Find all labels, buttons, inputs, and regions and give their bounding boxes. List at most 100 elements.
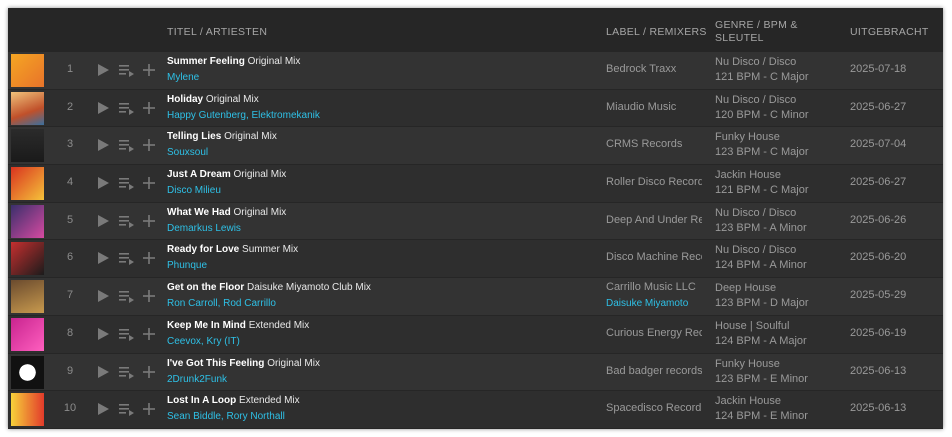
table-row[interactable]: 6 Ready for Love Summer Mix Phunque Disco M… <box>8 240 943 279</box>
add-to-playlist-icon[interactable] <box>141 288 157 304</box>
track-artists[interactable]: 2Drunk2Funk <box>167 374 227 385</box>
table-row[interactable]: 10 Lost In A Loop Extended Mix Sean Biddle… <box>8 391 943 429</box>
track-title[interactable]: Lost In A Loop <box>167 395 236 406</box>
track-title-line[interactable]: I've Got This Feeling Original Mix <box>167 358 320 369</box>
album-artwork[interactable] <box>11 242 44 276</box>
track-artists[interactable]: Ceevox, Kry (IT) <box>167 336 240 347</box>
add-to-queue-icon[interactable] <box>118 175 134 191</box>
column-header-title-artists[interactable]: TITEL / ARTIESTEN <box>167 26 267 39</box>
track-artists[interactable]: Mylene <box>167 72 199 83</box>
add-to-playlist-icon[interactable] <box>141 175 157 191</box>
table-row[interactable]: 3 Telling Lies Original Mix Souxsoul CRMS R… <box>8 127 943 166</box>
track-title-line[interactable]: Telling Lies Original Mix <box>167 131 277 142</box>
track-title-line[interactable]: Holiday Original Mix <box>167 94 259 105</box>
play-icon[interactable] <box>95 175 111 191</box>
track-label[interactable]: Deep And Under Re <box>606 214 702 226</box>
track-title[interactable]: What We Had <box>167 207 231 218</box>
table-row[interactable]: 5 What We Had Original Mix Demarkus Lewis D… <box>8 202 943 241</box>
play-icon[interactable] <box>95 401 111 417</box>
album-artwork[interactable] <box>11 91 44 125</box>
track-title-line[interactable]: Keep Me In Mind Extended Mix <box>167 320 309 331</box>
track-artists[interactable]: Ron Carroll, Rod Carrillo <box>167 298 276 309</box>
track-title-line[interactable]: Get on the Floor Daisuke Miyamoto Club M… <box>167 282 371 293</box>
track-title[interactable]: Just A Dream <box>167 169 231 180</box>
table-row[interactable]: 4 Just A Dream Original Mix Disco Milieu Ro… <box>8 165 943 203</box>
track-label[interactable]: Spacedisco Record <box>606 402 702 414</box>
column-header-genre-bpm-key[interactable]: GENRE / BPM & SLEUTEL <box>715 19 815 45</box>
album-artwork[interactable] <box>11 54 44 87</box>
track-title[interactable]: Telling Lies <box>167 131 221 142</box>
track-title[interactable]: I've Got This Feeling <box>167 358 264 369</box>
play-icon[interactable] <box>95 100 111 116</box>
play-icon[interactable] <box>95 250 111 266</box>
table-row[interactable]: 8 Keep Me In Mind Extended Mix Ceevox, Kry… <box>8 315 943 354</box>
track-title-line[interactable]: Just A Dream Original Mix <box>167 169 286 180</box>
add-to-queue-icon[interactable] <box>118 364 134 380</box>
track-title-line[interactable]: Summer Feeling Original Mix <box>167 56 300 67</box>
play-icon[interactable] <box>95 62 111 78</box>
album-artwork[interactable] <box>11 204 44 238</box>
track-title-line[interactable]: Lost In A Loop Extended Mix <box>167 395 300 406</box>
add-to-playlist-icon[interactable] <box>141 364 157 380</box>
track-title-line[interactable]: Ready for Love Summer Mix <box>167 244 298 255</box>
album-artwork[interactable] <box>11 355 44 389</box>
track-label[interactable]: Curious Energy Rec <box>606 327 702 339</box>
track-artists[interactable]: Souxsoul <box>167 147 208 158</box>
add-to-queue-icon[interactable] <box>118 326 134 342</box>
track-genre[interactable]: Nu Disco / Disco <box>715 56 796 68</box>
track-title[interactable]: Keep Me In Mind <box>167 320 246 331</box>
track-title[interactable]: Holiday <box>167 94 203 105</box>
column-header-released[interactable]: UITGEBRACHT <box>850 26 929 39</box>
track-genre[interactable]: Jackin House <box>715 395 781 407</box>
track-label[interactable]: Disco Machine Reco <box>606 251 702 263</box>
album-artwork[interactable] <box>11 129 44 163</box>
column-header-label-remixers[interactable]: LABEL / REMIXERS <box>606 26 707 39</box>
track-artists[interactable]: Disco Milieu <box>167 185 221 196</box>
add-to-playlist-icon[interactable] <box>141 100 157 116</box>
track-label[interactable]: Roller Disco Record <box>606 176 702 188</box>
play-icon[interactable] <box>95 326 111 342</box>
add-to-playlist-icon[interactable] <box>141 401 157 417</box>
track-genre[interactable]: House | Soulful <box>715 320 789 332</box>
table-row[interactable]: 7 Get on the Floor Daisuke Miyamoto Club … <box>8 278 943 316</box>
play-icon[interactable] <box>95 213 111 229</box>
play-icon[interactable] <box>95 288 111 304</box>
track-artists[interactable]: Happy Gutenberg, Elektromekanik <box>167 110 320 121</box>
album-artwork[interactable] <box>11 393 44 427</box>
track-genre[interactable]: Nu Disco / Disco <box>715 207 796 219</box>
track-remixers[interactable]: Daisuke Miyamoto <box>606 298 688 309</box>
track-artists[interactable]: Sean Biddle, Rory Northall <box>167 411 285 422</box>
add-to-queue-icon[interactable] <box>118 137 134 153</box>
track-title[interactable]: Ready for Love <box>167 244 239 255</box>
track-genre[interactable]: Funky House <box>715 358 780 370</box>
add-to-playlist-icon[interactable] <box>141 137 157 153</box>
add-to-playlist-icon[interactable] <box>141 326 157 342</box>
add-to-queue-icon[interactable] <box>118 213 134 229</box>
track-genre[interactable]: Deep House <box>715 282 776 294</box>
table-row[interactable]: 9 I've Got This Feeling Original Mix 2Drun… <box>8 353 943 392</box>
track-label[interactable]: CRMS Records <box>606 138 702 150</box>
track-title-line[interactable]: What We Had Original Mix <box>167 207 286 218</box>
table-row[interactable]: 2 Holiday Original Mix Happy Gutenberg, El… <box>8 89 943 128</box>
track-label[interactable]: Bad badger records <box>606 365 702 377</box>
add-to-playlist-icon[interactable] <box>141 62 157 78</box>
track-title[interactable]: Get on the Floor <box>167 282 244 293</box>
track-label[interactable]: Carrillo Music LLC <box>606 281 702 293</box>
add-to-playlist-icon[interactable] <box>141 213 157 229</box>
track-genre[interactable]: Funky House <box>715 131 780 143</box>
add-to-queue-icon[interactable] <box>118 401 134 417</box>
track-genre[interactable]: Nu Disco / Disco <box>715 244 796 256</box>
table-row[interactable]: 1 Summer Feeling Original Mix Mylene Bedroc… <box>8 52 943 90</box>
track-artists[interactable]: Phunque <box>167 260 207 271</box>
add-to-queue-icon[interactable] <box>118 100 134 116</box>
album-artwork[interactable] <box>11 280 44 314</box>
track-genre[interactable]: Jackin House <box>715 169 781 181</box>
play-icon[interactable] <box>95 364 111 380</box>
album-artwork[interactable] <box>11 167 44 201</box>
play-icon[interactable] <box>95 137 111 153</box>
track-title[interactable]: Summer Feeling <box>167 56 245 67</box>
track-label[interactable]: Bedrock Traxx <box>606 63 702 75</box>
add-to-queue-icon[interactable] <box>118 62 134 78</box>
track-artists[interactable]: Demarkus Lewis <box>167 223 241 234</box>
track-label[interactable]: Miaudio Music <box>606 101 702 113</box>
